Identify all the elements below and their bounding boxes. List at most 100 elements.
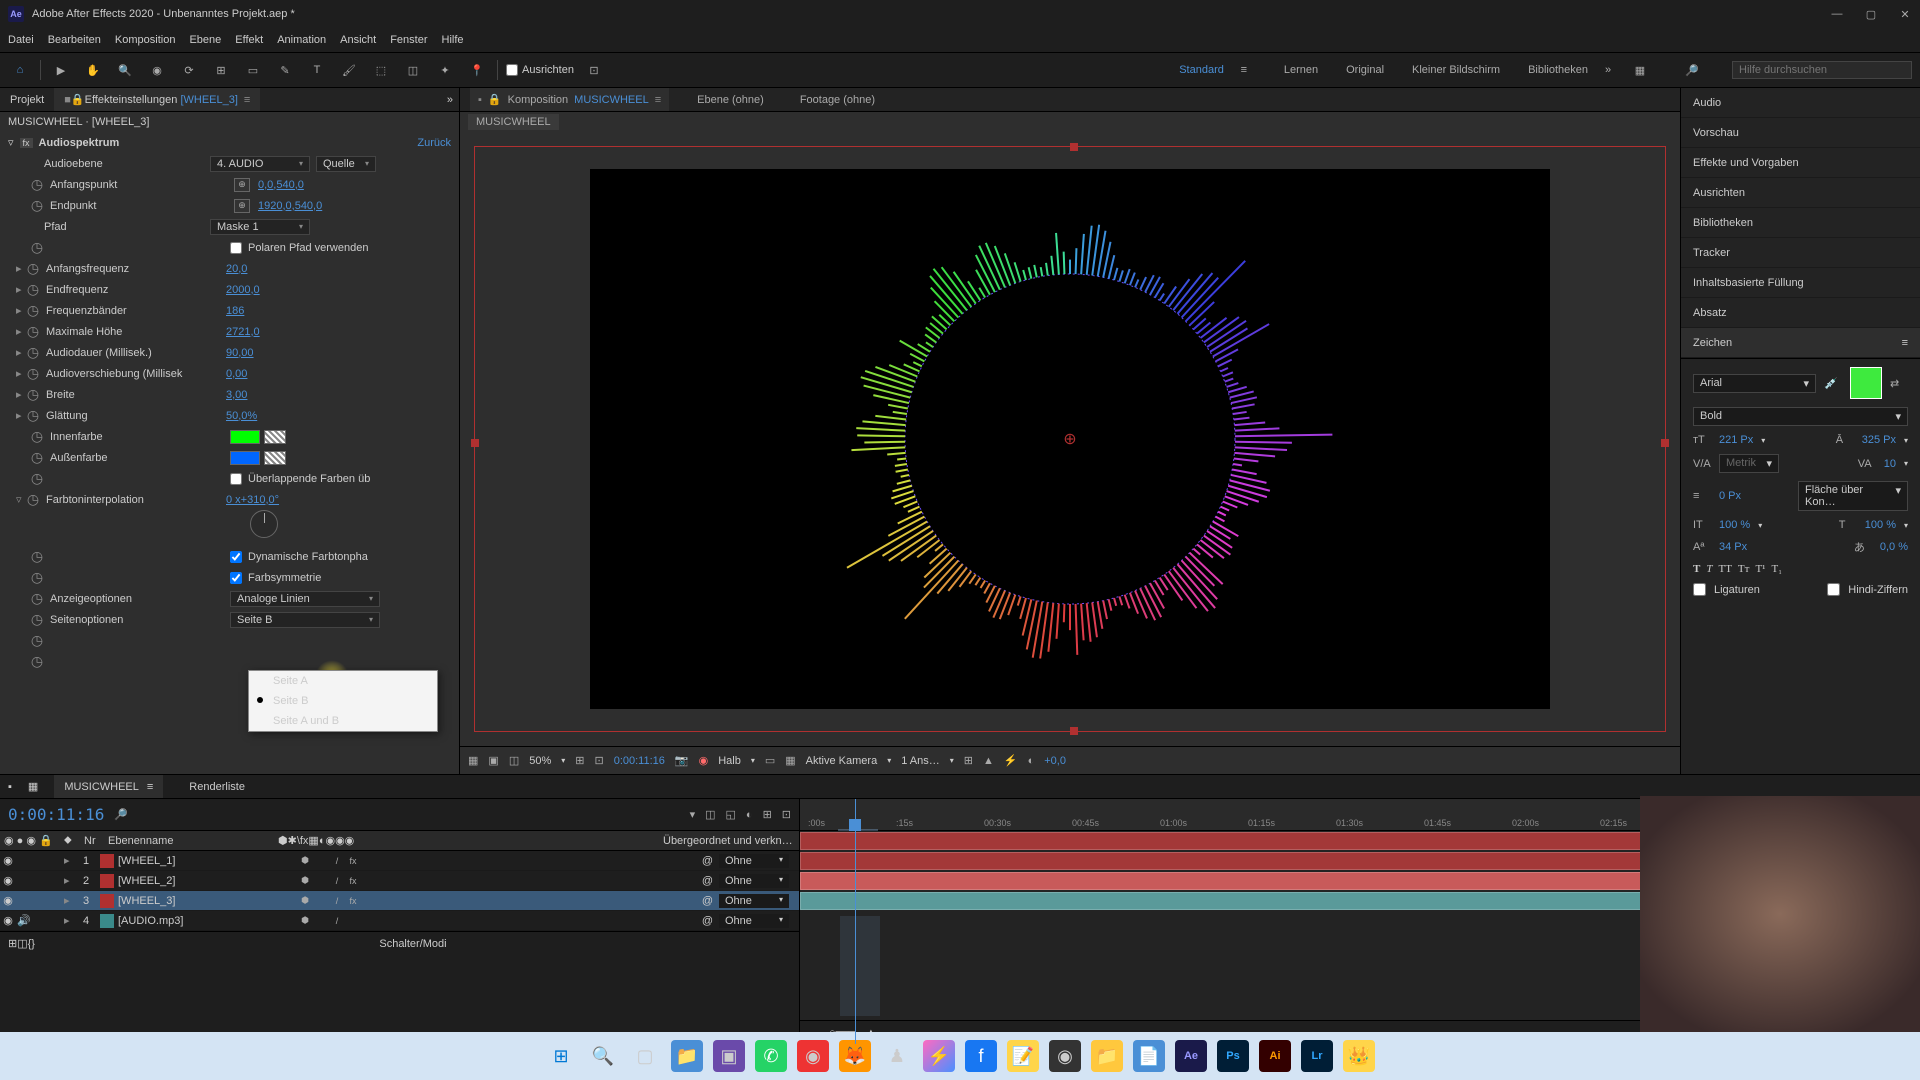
taskbar-app1[interactable]: ▣ (713, 1040, 745, 1072)
outer-eyedropper[interactable] (264, 451, 286, 465)
tl-tab-render[interactable]: Renderliste (179, 775, 255, 798)
italic-button[interactable]: T (1706, 563, 1712, 575)
workspace-original[interactable]: Original (1346, 64, 1384, 76)
stopwatch-end[interactable]: ◷ (30, 199, 44, 213)
channel-icon[interactable]: ◉ (699, 754, 709, 767)
workspace-overflow[interactable]: » (1596, 58, 1620, 82)
taskbar-facebook[interactable]: f (965, 1040, 997, 1072)
anchor-point-icon[interactable]: ⊕ (1063, 429, 1076, 449)
maxh-value[interactable]: 2721,0 (226, 326, 260, 338)
taskbar-notes[interactable]: 📝 (1007, 1040, 1039, 1072)
tab-ausrichten[interactable]: Ausrichten (1681, 178, 1920, 208)
bands-value[interactable]: 186 (226, 305, 244, 317)
bold-button[interactable]: T (1693, 563, 1700, 575)
stopwatch-inner[interactable]: ◷ (30, 430, 44, 444)
stopwatch-maxh[interactable]: ◷ (26, 325, 40, 339)
camera-dropdown[interactable]: Aktive Kamera▾ (806, 755, 892, 767)
stopwatch-sfreq[interactable]: ◷ (26, 262, 40, 276)
timeline-layer-1[interactable]: ◉▸1[WHEEL_1]⬢/fx@Ohne▾ (0, 851, 799, 871)
stopwatch-soft[interactable]: ◷ (26, 409, 40, 423)
taskbar-folder[interactable]: 📁 (1091, 1040, 1123, 1072)
roi-icon[interactable]: ▭ (765, 754, 775, 767)
taskbar-app4[interactable]: 👑 (1343, 1040, 1375, 1072)
tracking[interactable]: 10 (1884, 458, 1896, 470)
tl-shy-icon[interactable]: ▾ (690, 808, 696, 821)
tl-toggle2-icon[interactable]: ◫ (17, 937, 27, 950)
hue-dial[interactable] (250, 510, 278, 538)
twirl-maxh[interactable]: ▸ (16, 325, 26, 338)
tsume[interactable]: 0,0 % (1880, 541, 1908, 553)
offset-value[interactable]: 0,00 (226, 368, 247, 380)
tab-inhaltsbasiert[interactable]: Inhaltsbasierte Füllung (1681, 268, 1920, 298)
workspace-standard[interactable]: Standard (1179, 64, 1224, 76)
soft-value[interactable]: 50,0% (226, 410, 257, 422)
weight-dropdown[interactable]: Bold▾ (1693, 407, 1908, 426)
composition-viewer[interactable]: ⊕ (460, 132, 1680, 746)
ligatures-checkbox[interactable] (1693, 583, 1706, 596)
stopwatch-overlap[interactable]: ◷ (30, 472, 44, 486)
tab-audio[interactable]: Audio (1681, 88, 1920, 118)
tl-switches-modes[interactable]: Schalter/Modi (379, 938, 446, 950)
stopwatch-start[interactable]: ◷ (30, 178, 44, 192)
start-value[interactable]: 0,0,540,0 (258, 179, 304, 191)
leading[interactable]: 325 Px (1862, 434, 1896, 446)
stopwatch-extra1[interactable]: ◷ (30, 634, 44, 648)
viewer-share-icon[interactable]: ⊞ (964, 754, 973, 767)
superscript-button[interactable]: T¹ (1755, 563, 1765, 575)
timeline-layer-2[interactable]: ◉▸2[WHEEL_2]⬢/fx@Ohne▾ (0, 871, 799, 891)
taskbar-illustrator[interactable]: Ai (1259, 1040, 1291, 1072)
twirl-thick[interactable]: ▸ (16, 388, 26, 401)
lock-icon[interactable]: 🔒 (488, 93, 502, 106)
outer-color-swatch[interactable] (230, 451, 260, 465)
panel-overflow[interactable]: » (447, 94, 453, 106)
brush-tool[interactable]: 🖌 (337, 58, 361, 82)
workspace-lernen[interactable]: Lernen (1284, 64, 1318, 76)
dur-value[interactable]: 90,00 (226, 347, 254, 359)
timeline-timecode[interactable]: 0:00:11:16 (8, 805, 104, 824)
zoom-tool[interactable]: 🔍 (113, 58, 137, 82)
menu-ansicht[interactable]: Ansicht (340, 34, 376, 46)
menu-fenster[interactable]: Fenster (390, 34, 427, 46)
tab-komposition[interactable]: ▪ 🔒 Komposition MUSICWHEEL ≡ (470, 88, 669, 111)
transparency-icon[interactable]: ▦ (785, 754, 795, 767)
fill-over-dropdown[interactable]: Fläche über Kon…▾ (1798, 481, 1908, 511)
menu-animation[interactable]: Animation (277, 34, 326, 46)
smallcaps-button[interactable]: Tᴛ (1738, 563, 1750, 575)
taskbar-messenger[interactable]: ⚡ (923, 1040, 955, 1072)
workspace-menu-icon[interactable]: ≡ (1232, 58, 1256, 82)
menu-item-seite-b[interactable]: Seite B (249, 691, 437, 711)
crosshair-icon[interactable]: ⊕ (234, 178, 250, 192)
stroke-width[interactable]: 0 Px (1719, 490, 1741, 502)
exposure-value[interactable]: +0,0 (1044, 755, 1066, 767)
stopwatch-efreq[interactable]: ◷ (26, 283, 40, 297)
subscript-button[interactable]: T₁ (1771, 563, 1782, 575)
tab-bibliotheken[interactable]: Bibliotheken (1681, 208, 1920, 238)
vscale[interactable]: 100 % (1719, 519, 1750, 531)
viewer-mask-icon[interactable]: ▣ (488, 754, 498, 767)
polar-checkbox[interactable] (230, 242, 242, 254)
tab-menu-icon[interactable]: ≡ (655, 94, 661, 106)
tl-frameblend-icon[interactable]: ◱ (726, 808, 736, 821)
menu-item-seite-a[interactable]: Seite A (249, 671, 437, 691)
hue-value[interactable]: 0 x+310,0° (226, 494, 279, 506)
stopwatch-outer[interactable]: ◷ (30, 451, 44, 465)
audio-toggle[interactable]: 🔊 (16, 914, 32, 927)
tab-zeichen[interactable]: Zeichen≡ (1681, 328, 1920, 358)
menu-item-seite-ab[interactable]: Seite A und B (249, 711, 437, 731)
end-freq-value[interactable]: 2000,0 (226, 284, 260, 296)
layer-twirl[interactable]: ▸ (64, 854, 76, 867)
timeline-layer-4[interactable]: ◉🔊▸4[AUDIO.mp3]⬢/@Ohne▾ (0, 911, 799, 931)
viewer-res-icon[interactable]: ⊞ (575, 754, 584, 767)
audio-source-dropdown[interactable]: Quelle▾ (316, 156, 376, 172)
orbit-tool[interactable]: ◉ (145, 58, 169, 82)
taskbar-firefox[interactable]: 🦊 (839, 1040, 871, 1072)
thick-value[interactable]: 3,00 (226, 389, 247, 401)
taskbar-explorer[interactable]: 📁 (671, 1040, 703, 1072)
text-tool[interactable]: T (305, 58, 329, 82)
parent-dropdown[interactable]: Ohne▾ (719, 874, 789, 888)
menu-bearbeiten[interactable]: Bearbeiten (48, 34, 101, 46)
end-value[interactable]: 1920,0,540,0 (258, 200, 322, 212)
stopwatch-side[interactable]: ◷ (30, 613, 44, 627)
stopwatch-offset[interactable]: ◷ (26, 367, 40, 381)
start-button[interactable]: ⊞ (545, 1040, 577, 1072)
